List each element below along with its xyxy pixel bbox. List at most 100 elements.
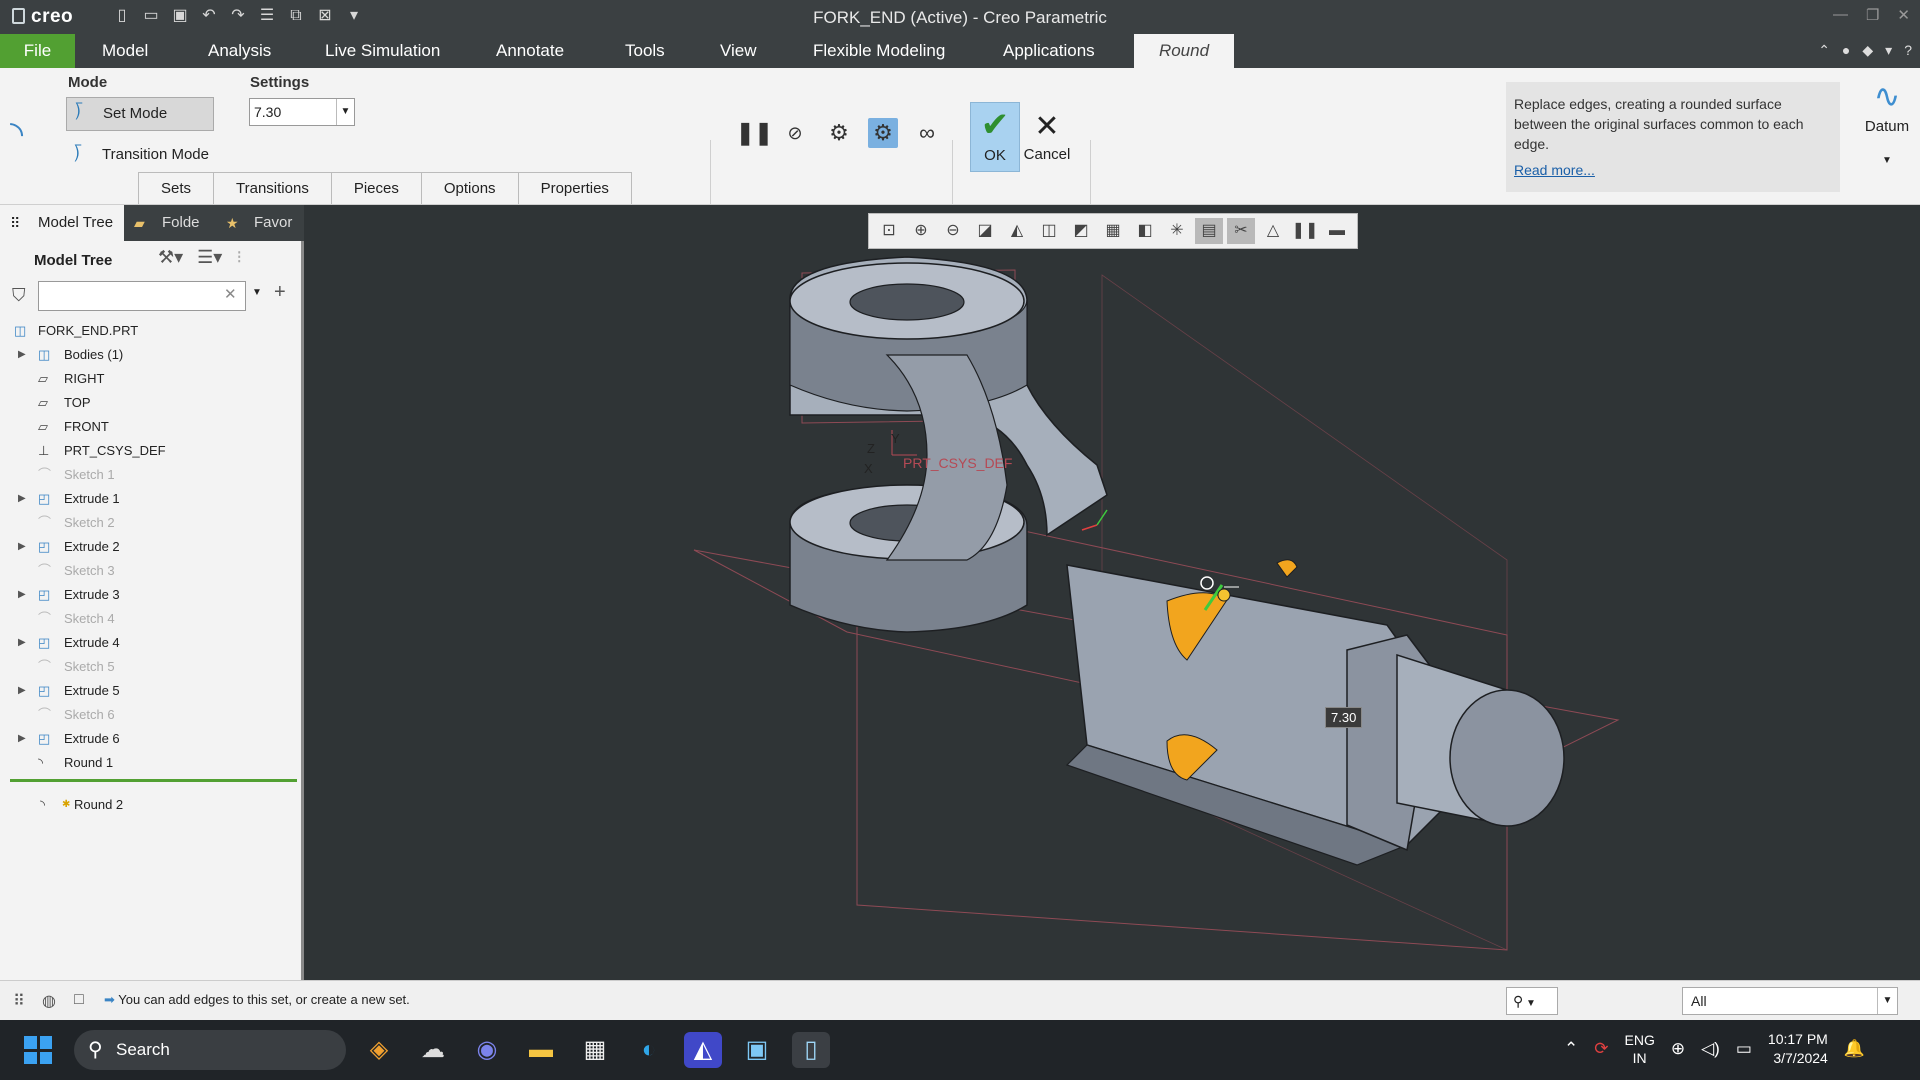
tab-pieces[interactable]: Pieces [330, 172, 422, 204]
language-indicator[interactable]: ENG IN [1625, 1031, 1655, 1067]
tree-item-sketch-5[interactable]: ⌒ Sketch 5 [0, 655, 300, 679]
file-explorer-icon[interactable]: ▬ [522, 1032, 560, 1068]
expand-icon[interactable]: ▶ [18, 727, 26, 751]
verify-mode-icon[interactable]: ∞ [912, 118, 942, 148]
network-icon[interactable]: ⊕ [1671, 1039, 1685, 1059]
datum-button[interactable]: ∿ Datum ▼ [1858, 74, 1916, 194]
tree-item-csys[interactable]: ⊥ PRT_CSYS_DEF [0, 439, 300, 463]
tree-item-front[interactable]: ▱ FRONT [0, 415, 300, 439]
notification-bell-icon[interactable]: 🔔 [1844, 1039, 1865, 1059]
saved-orientations-icon[interactable]: ◫ [1035, 218, 1063, 244]
tree-search-input[interactable] [38, 281, 246, 311]
read-more-link[interactable]: Read more... [1514, 160, 1832, 180]
selection-filter[interactable]: All ▼ [1682, 987, 1898, 1015]
tab-favorites[interactable]: ★ Favor [216, 205, 304, 241]
tree-item-top[interactable]: ▱ TOP [0, 391, 300, 415]
close-window-icon[interactable]: ⊠ [315, 6, 335, 26]
tree-item-sketch-2[interactable]: ⌒ Sketch 2 [0, 511, 300, 535]
cancel-button[interactable]: ✕ Cancel [1022, 108, 1072, 163]
add-filter-icon[interactable]: + [274, 281, 286, 304]
close-icon[interactable]: ✕ [1897, 6, 1910, 24]
tab-folder-browser[interactable]: ▰ Folde [124, 205, 216, 241]
annotation-display-icon[interactable]: ▤ [1195, 218, 1223, 244]
tree-item-extrude-2[interactable]: ▶ ◰ Extrude 2 [0, 535, 300, 559]
display-style-icon[interactable]: ◭ [1003, 218, 1031, 244]
tree-item-extrude-4[interactable]: ▶ ◰ Extrude 4 [0, 631, 300, 655]
community-icon[interactable]: ◆ [1862, 42, 1873, 59]
zoom-in-icon[interactable]: ⊕ [907, 218, 935, 244]
teams-icon[interactable]: ◉ [468, 1032, 506, 1068]
appearance-icon[interactable]: △ [1259, 218, 1287, 244]
tab-model[interactable]: Model [86, 34, 164, 68]
undo-icon[interactable]: ↶ [199, 6, 219, 26]
tab-annotate[interactable]: Annotate [480, 34, 580, 68]
transition-mode-button[interactable]: ⟌ Transition Mode [66, 143, 209, 167]
refit-icon[interactable]: ⊡ [875, 218, 903, 244]
customize-qat-icon[interactable]: ▾ [344, 6, 364, 26]
fullscreen-icon[interactable]: □ [68, 991, 90, 1013]
animation-icon[interactable]: ▬ [1323, 218, 1351, 244]
tab-flexible-modeling[interactable]: Flexible Modeling [797, 34, 961, 68]
graphics-window[interactable]: PRT_CSYS_DEF Y Z X 7.30 [307, 205, 1920, 980]
ok-button[interactable]: ✔ OK [970, 102, 1020, 172]
tab-analysis[interactable]: Analysis [192, 34, 287, 68]
windows-icon[interactable]: ⧉ [286, 6, 306, 26]
set-mode-button[interactable]: ⟌ Set Mode [66, 97, 214, 131]
creo-taskbar-icon[interactable]: ▯ [792, 1032, 830, 1068]
pause-icon[interactable]: ❚❚ [736, 118, 773, 148]
tree-item-extrude-1[interactable]: ▶ ◰ Extrude 1 [0, 487, 300, 511]
tree-item-right[interactable]: ▱ RIGHT [0, 367, 300, 391]
weather-icon[interactable]: ☁ [414, 1032, 452, 1068]
expand-icon[interactable]: ▶ [18, 583, 26, 607]
volume-icon[interactable]: ◁) [1701, 1039, 1720, 1059]
taskbar-search[interactable]: ⚲ Search [74, 1030, 346, 1070]
tab-round[interactable]: Round [1134, 34, 1234, 68]
insert-indicator[interactable] [10, 779, 297, 782]
chevron-down-icon[interactable]: ▼ [1877, 988, 1897, 1014]
store-icon[interactable]: ▦ [576, 1032, 614, 1068]
minimize-icon[interactable]: — [1833, 6, 1848, 24]
tab-view[interactable]: View [704, 34, 773, 68]
expand-icon[interactable]: ▶ [18, 535, 26, 559]
view-manager-icon[interactable]: ◩ [1067, 218, 1095, 244]
redo-icon[interactable]: ↷ [228, 6, 248, 26]
tree-item-extrude-6[interactable]: ▶ ◰ Extrude 6 [0, 727, 300, 751]
tree-item-extrude-3[interactable]: ▶ ◰ Extrude 3 [0, 583, 300, 607]
tree-item-sketch-1[interactable]: ⌒ Sketch 1 [0, 463, 300, 487]
tree-item-sketch-4[interactable]: ⌒ Sketch 4 [0, 607, 300, 631]
browser-toggle-icon[interactable]: ◍ [38, 991, 60, 1013]
tree-item-sketch-6[interactable]: ⌒ Sketch 6 [0, 703, 300, 727]
navigator-toggle-icon[interactable]: ⠿ [8, 991, 30, 1013]
spin-center-icon[interactable]: ✂ [1227, 218, 1255, 244]
datum-display-icon[interactable]: ✳ [1163, 218, 1191, 244]
new-file-icon[interactable]: ▯ [112, 6, 132, 26]
tab-options[interactable]: Options [420, 172, 519, 204]
pause-regen-icon[interactable]: ❚❚ [1291, 218, 1319, 244]
expand-icon[interactable]: ▶ [18, 487, 26, 511]
expand-icon[interactable]: ▶ [18, 343, 26, 367]
zoom-out-icon[interactable]: ⊖ [939, 218, 967, 244]
edge-icon[interactable]: ◐ [630, 1032, 668, 1068]
no-preview-icon[interactable]: ⊘ [780, 118, 810, 148]
collapse-ribbon-icon[interactable]: ⌃ [1818, 42, 1830, 59]
tab-tools[interactable]: Tools [609, 34, 681, 68]
regenerate-icon[interactable]: ☰ [257, 6, 277, 26]
chevron-down-icon[interactable]: ▼ [1858, 155, 1916, 166]
tree-item-round-1[interactable]: ◝ Round 1 [0, 751, 300, 775]
tab-model-tree[interactable]: ⠿ Model Tree [0, 205, 124, 241]
expand-icon[interactable]: ▶ [18, 679, 26, 703]
chevron-up-icon[interactable]: ⌃ [1564, 1039, 1578, 1059]
tree-item-extrude-5[interactable]: ▶ ◰ Extrude 5 [0, 679, 300, 703]
radius-input[interactable]: 7.30 ▼ [249, 98, 355, 126]
clock[interactable]: 10:17 PM 3/7/2024 [1768, 1030, 1828, 1068]
chevron-down-icon[interactable]: ▼ [252, 287, 262, 298]
tab-applications[interactable]: Applications [987, 34, 1111, 68]
tab-file[interactable]: File [0, 34, 75, 68]
attached-preview-icon[interactable]: ⚙ [868, 118, 898, 148]
tab-transitions[interactable]: Transitions [213, 172, 332, 204]
tab-live-simulation[interactable]: Live Simulation [309, 34, 456, 68]
radius-dimension-label[interactable]: 7.30 [1325, 707, 1363, 728]
tree-item-round-2[interactable]: ◝ ✱ Round 2 [0, 793, 300, 817]
tree-item-fork-end[interactable]: ◫ FORK_END.PRT [0, 319, 300, 343]
user-icon[interactable]: ● [1842, 42, 1850, 59]
